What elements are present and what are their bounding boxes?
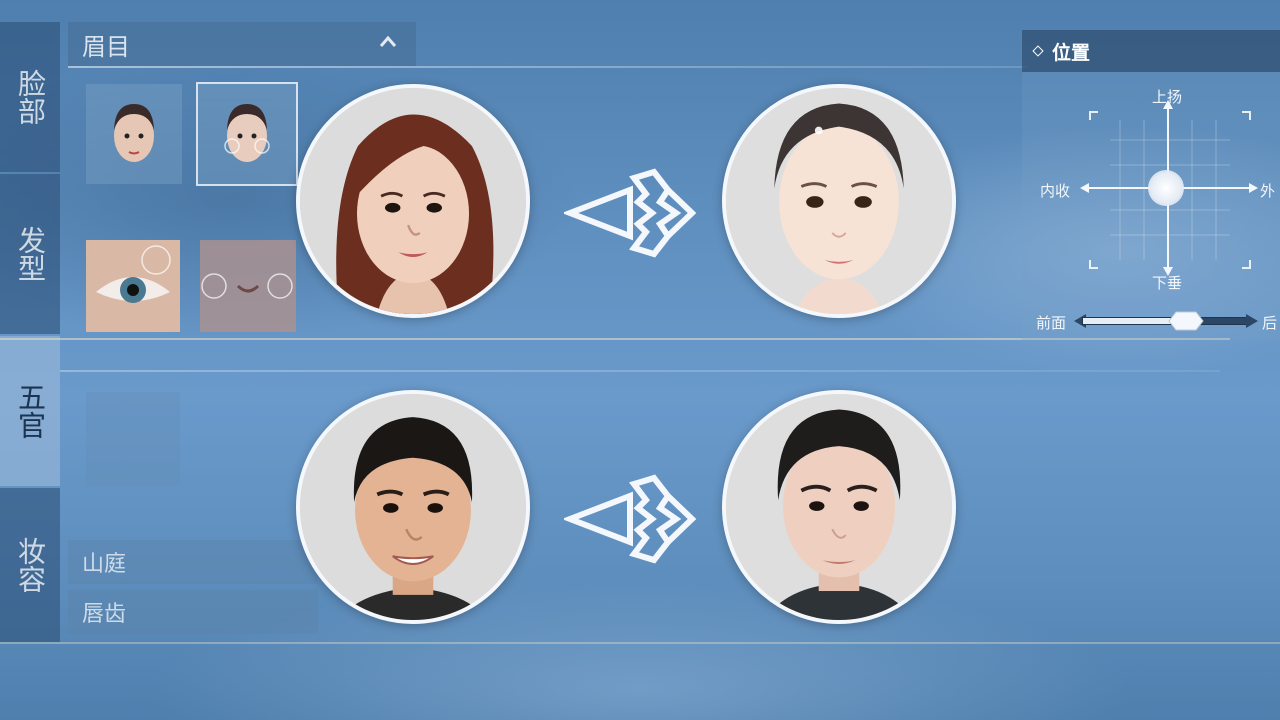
depth-slider-knob[interactable] [1168,311,1204,331]
female-game-avatar [722,84,956,318]
nose-preset-thumb[interactable] [200,240,296,332]
male-avatar-face [726,394,952,620]
tab-makeup-label: 妆容 [14,537,47,593]
slider-label-front: 前面 [1036,314,1067,332]
label-outward: 外 [1260,182,1276,200]
female-photo-portrait [296,84,530,318]
position-panel-header: 位置 [1022,30,1280,72]
transform-arrow-icon [564,474,697,564]
header-underline [68,66,1028,68]
label-inward: 内收 [1040,182,1071,200]
tab-makeup[interactable]: 妆容 [0,488,60,642]
male-photo-portrait [296,390,530,624]
slider-right-arrow-icon [1246,314,1258,328]
tab-features-label: 五官 [14,383,47,439]
face-preset-icon [224,104,270,162]
eye-detail-icon [86,240,180,332]
depth-slider-track[interactable] [1082,317,1250,325]
tab-features[interactable]: 五官 [0,336,60,486]
section-divider-light [60,370,1220,372]
list-item-mountain-court[interactable]: 山庭 [68,540,318,584]
tab-face[interactable]: 脸部 [0,22,60,172]
male-game-avatar [722,390,956,624]
face-preset-thumb[interactable] [86,84,182,184]
eye-preset-thumb[interactable] [86,240,180,332]
section-header-label: 眉目 [82,32,130,61]
category-tabs: 脸部 发型 五官 妆容 [0,22,60,642]
slider-label-back: 后 [1262,314,1278,332]
list-item-label: 唇齿 [82,602,127,627]
list-item-lips-teeth[interactable]: 唇齿 [68,590,318,634]
female-photo-face [300,88,526,314]
nose-detail-icon [200,240,296,332]
tab-face-label: 脸部 [14,69,47,125]
transform-arrow-icon [564,168,697,258]
bottom-divider [0,642,1280,644]
position-handle[interactable] [1148,170,1184,206]
face-preset-thumb-selected[interactable] [196,82,298,186]
chevron-up-icon[interactable] [378,32,398,52]
label-up: 上扬 [1152,88,1183,106]
tab-hairstyle-label: 发型 [14,226,47,282]
tab-hairstyle[interactable]: 发型 [0,174,60,334]
label-down: 下垂 [1152,274,1183,292]
empty-preset-slot[interactable] [86,392,180,486]
male-photo-face [300,394,526,620]
female-avatar-face [726,88,952,314]
section-header-brows-eyes[interactable]: 眉目 [68,22,416,66]
diamond-icon [1032,45,1044,57]
face-preset-icon [114,104,154,162]
list-item-label: 山庭 [82,552,127,577]
position-title: 位置 [1052,41,1091,64]
